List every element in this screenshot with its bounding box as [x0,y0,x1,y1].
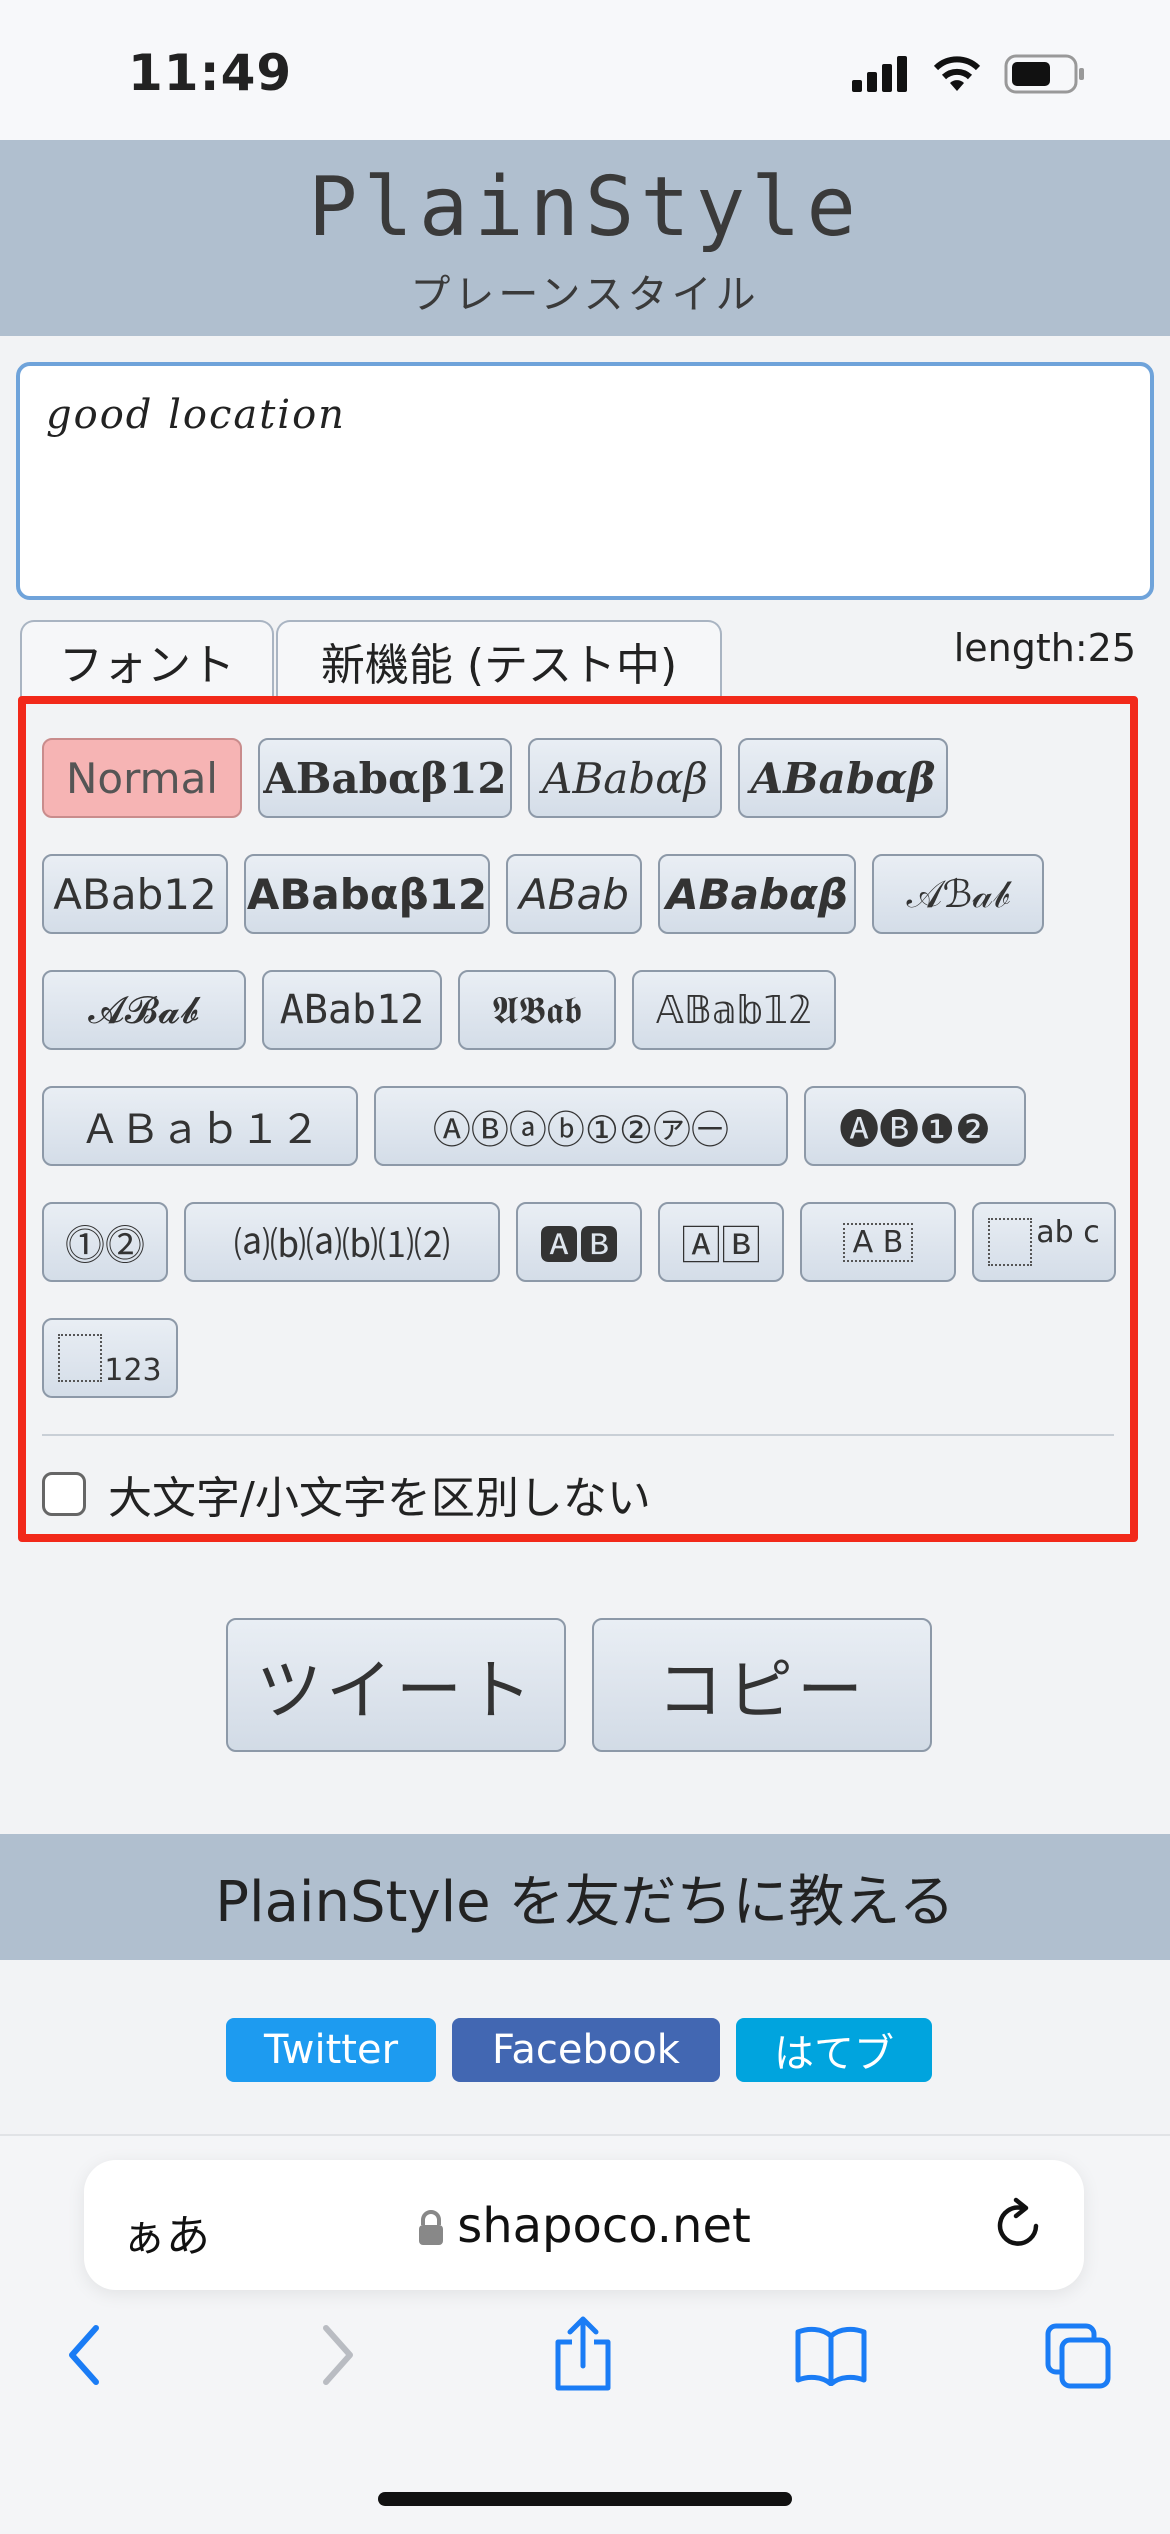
bookmarks-icon[interactable] [794,2324,868,2386]
divider [42,1434,1114,1436]
logo: PlainStyle [308,160,862,255]
font-button-normal[interactable]: Normal [42,738,242,818]
case-insensitive-option[interactable]: 大文字/小文字を区別しない [42,1462,651,1526]
back-icon[interactable] [64,2322,104,2388]
url-text: shapoco.net [457,2198,751,2254]
tab-font[interactable]: フォント [20,620,274,700]
battery-icon [1004,54,1084,94]
box-glyph-icon [58,1334,103,1382]
font-button-sans-bold[interactable]: ABabαβ12 [244,854,490,934]
font-button-fraktur[interactable]: 𝕬𝕭𝖆𝖇 [458,970,616,1050]
font-button-double-struck[interactable]: 𝔸𝔹𝕒𝕓𝟙𝟚 [632,970,836,1050]
site-header: PlainStyle プレーンスタイル [0,140,1170,336]
address-bar[interactable]: ぁあ shapoco.net [84,2160,1084,2290]
logo-subtitle: プレーンスタイル [410,272,760,318]
box-glyph-icon [988,1218,1033,1266]
text-input[interactable]: good location [16,362,1154,600]
lock-icon [419,2210,444,2245]
font-button-script-bold[interactable]: 𝓐𝓑𝓪𝓫 [42,970,246,1050]
font-button-sans-italic[interactable]: ABab [506,854,642,934]
font-button-double-circled[interactable]: ⓵⓶ [42,1202,168,1282]
hatena-share-button[interactable]: はてブ [736,2018,932,2082]
share-banner: PlainStyle を友だちに教える [0,1834,1170,1960]
signal-icon [852,56,907,92]
share-icon[interactable] [552,2316,614,2392]
font-button-dotted-box[interactable]: A B [800,1202,956,1282]
font-button-subscript[interactable]: 123 [42,1318,178,1398]
font-button-superscript[interactable]: ab c [972,1202,1116,1282]
case-insensitive-checkbox[interactable] [42,1472,86,1516]
font-button-fullwidth[interactable]: ＡＢａｂ１２ [42,1086,358,1166]
status-icons [852,54,1086,94]
forward-icon[interactable] [318,2322,358,2388]
browser-toolbar: ぁあ shapoco.net [0,2134,1170,2534]
wifi-icon [933,56,981,91]
dotted-box-sample: A B [842,1222,914,1262]
font-button-script[interactable]: 𝒜ℬ𝒶𝒷 [872,854,1044,934]
font-button-squared[interactable]: 🄰🄱 [658,1202,784,1282]
home-indicator [378,2492,792,2506]
font-button-negative-circled[interactable]: 🅐🅑❶❷ [804,1086,1026,1166]
tabs-icon[interactable] [1044,2322,1114,2392]
twitter-share-button[interactable]: Twitter [226,2018,436,2082]
font-panel: Normal ABabαβ12 ABabαβ ABabαβ ABab12 ABa… [18,696,1138,1542]
subscript-sample: 123 [104,1352,162,1388]
font-button-sans-bold-italic[interactable]: ABabαβ [658,854,856,934]
copy-button[interactable]: コピー [592,1618,932,1752]
reload-icon[interactable] [992,2196,1046,2252]
case-insensitive-label: 大文字/小文字を区別しない [108,1473,651,1524]
font-button-serif-bold[interactable]: ABabαβ12 [258,738,512,818]
font-button-serif-bold-italic[interactable]: ABabαβ [738,738,948,818]
superscript-sample: ab c [1036,1214,1100,1250]
length-counter: length:25 [953,626,1136,670]
status-time: 11:49 [128,44,293,102]
font-button-negative-squared[interactable]: 🅰🅱 [516,1202,642,1282]
font-button-parenthesized[interactable]: ⒜⒝⒜⒝⑴⑵ [184,1202,500,1282]
status-bar: 11:49 [0,0,1170,140]
font-button-circled[interactable]: ⒶⒷⓐⓑ①②㋐㊀ [374,1086,788,1166]
tab-new-feature[interactable]: 新機能 (テスト中) [276,620,722,700]
tweet-button[interactable]: ツイート [226,1618,566,1752]
font-button-sans[interactable]: ABab12 [42,854,228,934]
facebook-share-button[interactable]: Facebook [452,2018,720,2082]
font-button-serif-italic[interactable]: ABabαβ [528,738,722,818]
font-button-monospace[interactable]: ABab12 [262,970,442,1050]
url-display[interactable]: shapoco.net [84,2198,1084,2254]
